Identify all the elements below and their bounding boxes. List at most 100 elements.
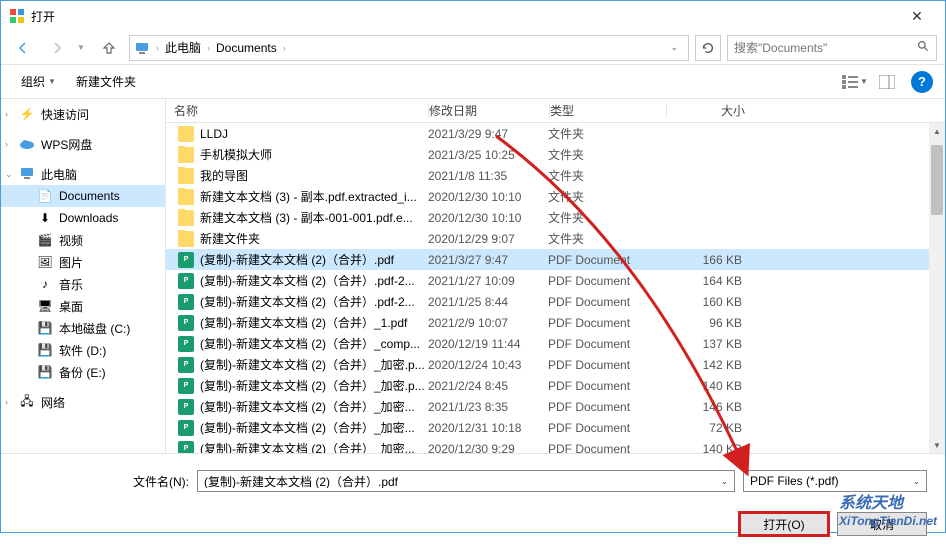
col-name[interactable]: 名称 — [166, 102, 428, 119]
forward-button[interactable] — [43, 34, 71, 62]
file-row[interactable]: 新建文件夹2020/12/29 9:07文件夹 — [166, 228, 945, 249]
back-button[interactable] — [9, 34, 37, 62]
scroll-up-button[interactable]: ▲ — [929, 123, 945, 139]
scroll-thumb[interactable] — [931, 145, 943, 215]
file-name: 我的导图 — [200, 167, 248, 184]
open-button[interactable]: 打开(O) — [739, 512, 829, 536]
file-type: PDF Document — [548, 337, 664, 351]
scroll-down-button[interactable]: ▼ — [929, 437, 945, 453]
download-icon: ⬇ — [37, 210, 53, 226]
file-name: (复制)-新建文本文档 (2)（合并）_comp... — [200, 335, 420, 352]
picture-icon: 🖼 — [37, 254, 53, 270]
filename-input[interactable] — [204, 474, 721, 488]
file-date: 2021/3/25 10:25 — [428, 148, 548, 162]
file-row[interactable]: (复制)-新建文本文档 (2)（合并）_加密.p...2020/12/24 10… — [166, 354, 945, 375]
cloud-icon — [19, 136, 35, 152]
pdf-icon — [178, 420, 194, 436]
breadcrumb-dropdown[interactable]: ⌄ — [664, 42, 684, 53]
chevron-down-icon[interactable]: ⌄ — [721, 477, 728, 486]
chevron-right-icon: › — [281, 43, 288, 53]
col-date[interactable]: 修改日期 — [429, 102, 549, 119]
organize-menu[interactable]: 组织▼ — [13, 69, 64, 94]
sidebar-documents[interactable]: 📄Documents — [1, 185, 165, 207]
folder-icon — [178, 189, 194, 205]
breadcrumb[interactable]: › 此电脑 › Documents › ⌄ — [129, 35, 689, 61]
file-row[interactable]: (复制)-新建文本文档 (2)（合并）_加密...2020/12/30 9:29… — [166, 438, 945, 453]
col-size[interactable]: 大小 — [667, 102, 757, 119]
sidebar-pictures[interactable]: 🖼图片 — [1, 251, 165, 273]
file-row[interactable]: (复制)-新建文本文档 (2)（合并）_comp...2020/12/19 11… — [166, 333, 945, 354]
sidebar-wps[interactable]: ›WPS网盘 — [1, 133, 165, 155]
file-name: LLDJ — [200, 127, 228, 141]
file-date: 2020/12/30 9:29 — [428, 442, 548, 454]
folder-icon — [178, 168, 194, 184]
up-button[interactable] — [95, 34, 123, 62]
disk-icon: 💾 — [37, 320, 53, 336]
file-date: 2020/12/30 10:10 — [428, 190, 548, 204]
cancel-button[interactable]: 取消 — [837, 512, 927, 536]
file-type: PDF Document — [548, 442, 664, 454]
desktop-icon: 🖥 — [37, 298, 53, 314]
preview-pane-button[interactable] — [873, 70, 901, 94]
file-date: 2020/12/30 10:10 — [428, 211, 548, 225]
sidebar-disk-d[interactable]: 💾软件 (D:) — [1, 339, 165, 361]
sidebar-music[interactable]: ♪音乐 — [1, 273, 165, 295]
file-row[interactable]: (复制)-新建文本文档 (2)（合并）.pdf-2...2021/1/25 8:… — [166, 291, 945, 312]
help-button[interactable]: ? — [911, 71, 933, 93]
file-row[interactable]: (复制)-新建文本文档 (2)（合并）_加密.p...2021/2/24 8:4… — [166, 375, 945, 396]
history-dropdown[interactable]: ▼ — [77, 43, 89, 52]
file-type: 文件夹 — [548, 209, 664, 226]
view-mode-button[interactable]: ▼ — [841, 70, 869, 94]
file-date: 2020/12/24 10:43 — [428, 358, 548, 372]
scrollbar[interactable]: ▲ ▼ — [929, 123, 945, 453]
sidebar-quick-access[interactable]: ›⚡快速访问 — [1, 103, 165, 125]
search-box[interactable] — [727, 35, 937, 61]
file-row[interactable]: LLDJ2021/3/29 9:47文件夹 — [166, 123, 945, 144]
folder-icon — [178, 126, 194, 142]
pdf-icon — [178, 357, 194, 373]
sidebar-disk-e[interactable]: 💾备份 (E:) — [1, 361, 165, 383]
search-input[interactable] — [734, 41, 917, 55]
file-size: 96 KB — [664, 316, 754, 330]
file-name: 新建文件夹 — [200, 230, 260, 247]
file-row[interactable]: 新建文本文档 (3) - 副本-001-001.pdf.e...2020/12/… — [166, 207, 945, 228]
file-row[interactable]: 新建文本文档 (3) - 副本.pdf.extracted_i... 2020/1… — [166, 186, 945, 207]
file-row[interactable]: (复制)-新建文本文档 (2)（合并）_加密...2020/12/31 10:1… — [166, 417, 945, 438]
main-area: ›⚡快速访问 ›WPS网盘 ⌄此电脑 📄Documents ⬇Downloads… — [1, 99, 945, 453]
sidebar-videos[interactable]: 🎬视频 — [1, 229, 165, 251]
file-row[interactable]: (复制)-新建文本文档 (2)（合并）.pdf-2...2021/1/27 10… — [166, 270, 945, 291]
file-pane: 名称 修改日期 类型 大小 LLDJ2021/3/29 9:47文件夹手机模拟大… — [166, 99, 945, 453]
navbar: ▼ › 此电脑 › Documents › ⌄ — [1, 31, 945, 65]
file-type: PDF Document — [548, 379, 664, 393]
sidebar-this-pc[interactable]: ⌄此电脑 — [1, 163, 165, 185]
pc-icon — [134, 40, 150, 56]
pdf-icon — [178, 399, 194, 415]
sidebar-downloads[interactable]: ⬇Downloads — [1, 207, 165, 229]
pdf-icon — [178, 273, 194, 289]
sidebar-desktop[interactable]: 🖥桌面 — [1, 295, 165, 317]
close-button[interactable]: ✕ — [897, 1, 937, 31]
folder-icon — [178, 210, 194, 226]
folder-icon — [178, 147, 194, 163]
file-row[interactable]: (复制)-新建文本文档 (2)（合并）_加密...2021/1/23 8:35P… — [166, 396, 945, 417]
chevron-down-icon: ⌄ — [913, 477, 920, 486]
breadcrumb-documents[interactable]: Documents — [212, 41, 281, 55]
file-row[interactable]: (复制)-新建文本文档 (2)（合并）_1.pdf2021/2/9 10:07P… — [166, 312, 945, 333]
filename-input-wrap[interactable]: ⌄ — [197, 470, 735, 492]
col-type[interactable]: 类型 — [550, 102, 666, 119]
file-date: 2021/1/25 8:44 — [428, 295, 548, 309]
star-icon: ⚡ — [19, 106, 35, 122]
disk-icon: 💾 — [37, 364, 53, 380]
new-folder-button[interactable]: 新建文件夹 — [68, 69, 144, 94]
file-row[interactable]: 手机模拟大师2021/3/25 10:25文件夹 — [166, 144, 945, 165]
filetype-select[interactable]: PDF Files (*.pdf) ⌄ — [743, 470, 927, 492]
sidebar-disk-c[interactable]: 💾本地磁盘 (C:) — [1, 317, 165, 339]
file-name: 新建文本文档 (3) - 副本.pdf.extracted_i... — [200, 188, 417, 205]
sidebar-network[interactable]: ›🖧网络 — [1, 391, 165, 413]
refresh-button[interactable] — [695, 35, 721, 61]
file-type: PDF Document — [548, 421, 664, 435]
file-list: LLDJ2021/3/29 9:47文件夹手机模拟大师2021/3/25 10:… — [166, 123, 945, 453]
breadcrumb-pc[interactable]: 此电脑 — [161, 39, 205, 56]
file-row[interactable]: (复制)-新建文本文档 (2)（合并）.pdf2021/3/27 9:47PDF… — [166, 249, 945, 270]
file-row[interactable]: 我的导图2021/1/8 11:35文件夹 — [166, 165, 945, 186]
